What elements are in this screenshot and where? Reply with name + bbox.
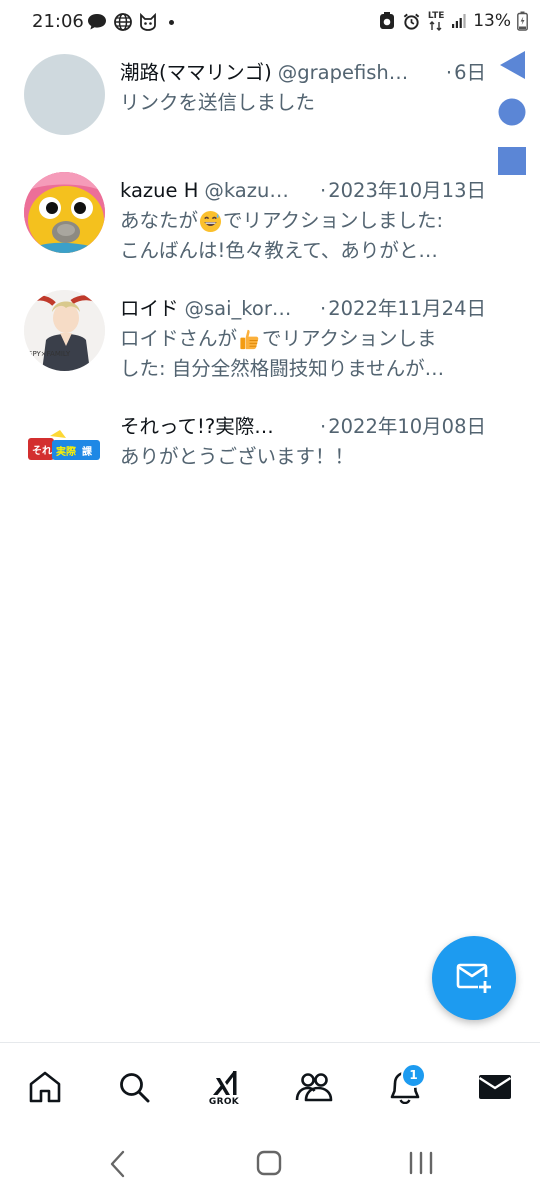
conversation-item[interactable]: SPY×FAMILY ロイド @sai_kor… · 2022年11月24日 ロ… — [0, 278, 540, 396]
svg-text:それ: それ — [32, 445, 52, 457]
cat-app-icon — [140, 12, 156, 31]
signal-icon — [452, 14, 466, 28]
preview-text: でリアクションしま — [262, 327, 437, 350]
preview-text: でリアクションしました: — [223, 209, 444, 232]
message-preview: ありがとうございます！！ — [120, 442, 486, 472]
svg-text:実際: 実際 — [56, 445, 76, 458]
preview-line: ロイドさんが でリアクションしま — [120, 324, 486, 354]
conversation-date: 2023年10月13日 — [328, 179, 486, 202]
sender-name: kazue H — [120, 179, 199, 202]
grok-icon — [213, 1071, 237, 1095]
notification-badge: 1 — [401, 1063, 426, 1088]
grok-label: GROK — [208, 1097, 240, 1107]
sender-name: ロイド — [120, 297, 179, 320]
recents-icon[interactable] — [408, 1150, 434, 1176]
conversation-list: 潮路(ママリンゴ) @grapefish… · 6日 リンクを送信しました ka… — [0, 42, 540, 514]
conversation-item[interactable]: kazue H @kazu… · 2023年10月13日 あなたが でリアクショ… — [0, 160, 540, 278]
preview-text: ロイドさんが — [120, 327, 238, 350]
tv-show-logo-avatar-image: それ 実際 課 — [24, 408, 105, 489]
sender-name: 潮路(ママリンゴ) — [120, 61, 272, 84]
battery-percent: 13% — [473, 11, 511, 31]
message-preview: リンクを送信しました — [120, 88, 486, 118]
conversation-header: kazue H @kazu… · 2023年10月13日 — [120, 174, 486, 204]
avatar[interactable] — [24, 172, 105, 253]
conversation-item[interactable]: それ 実際 課 それって!?実際… · 2022年10月08日 ありがとうござい… — [0, 396, 540, 514]
alarm-icon — [403, 13, 420, 30]
nav-communities[interactable] — [292, 1065, 336, 1109]
new-message-icon — [456, 963, 491, 993]
nav-home[interactable] — [23, 1065, 67, 1109]
notification-icons — [86, 12, 174, 32]
bottom-navigation: GROK 1 — [0, 1042, 540, 1129]
chat-bubble-icon — [88, 14, 106, 30]
conversation-item[interactable]: 潮路(ママリンゴ) @grapefish… · 6日 リンクを送信しました — [0, 42, 540, 160]
separator: · — [320, 297, 327, 320]
separator: · — [320, 415, 327, 438]
svg-text:課: 課 — [82, 445, 92, 458]
conversation-date: 6日 — [454, 61, 486, 84]
messages-icon — [478, 1075, 512, 1099]
status-bar: 21:06 LTE 13% — [0, 0, 540, 46]
system-status-icons: LTE 13% — [378, 11, 528, 31]
battery-icon — [517, 11, 528, 31]
back-icon[interactable] — [108, 1150, 128, 1178]
data-saver-icon — [380, 12, 395, 29]
lte-icon: LTE — [427, 11, 445, 31]
home-icon — [29, 1071, 61, 1103]
preview-line: リンクを送信しました — [120, 91, 316, 114]
preview-line: あなたが でリアクションしました: — [120, 206, 486, 236]
conversation-content: ロイド @sai_kor… · 2022年11月24日 ロイドさんが でリアクシ… — [120, 292, 486, 384]
nav-messages[interactable] — [473, 1065, 517, 1109]
conversation-date: 2022年10月08日 — [328, 415, 486, 438]
conversation-content: 潮路(ママリンゴ) @grapefish… · 6日 リンクを送信しました — [120, 56, 486, 118]
communities-icon — [295, 1073, 333, 1102]
grinning-sweat-face-emoji — [199, 210, 222, 232]
preview-text: あなたが — [120, 209, 199, 232]
sender-name: それって!?実際… — [120, 415, 274, 438]
conversation-header: それって!?実際… · 2022年10月08日 — [120, 410, 486, 440]
search-icon — [120, 1073, 150, 1103]
avatar[interactable] — [24, 54, 105, 135]
home-button-icon[interactable] — [256, 1150, 282, 1176]
conversation-date: 2022年11月24日 — [328, 297, 486, 320]
globe-icon — [114, 13, 132, 31]
nav-grok[interactable]: GROK — [202, 1065, 246, 1109]
conversation-header: 潮路(ママリンゴ) @grapefish… · 6日 — [120, 56, 486, 86]
separator: · — [320, 179, 327, 202]
knit-bird-avatar-image — [24, 172, 105, 253]
more-dot-icon — [169, 19, 174, 25]
message-preview: あなたが でリアクションしました: こんばんは!色々教えて、ありがと… — [120, 206, 486, 266]
message-preview: ロイドさんが でリアクションしま した: 自分全然格闘技知りませんが… — [120, 324, 486, 384]
preview-line: こんばんは!色々教えて、ありがと… — [120, 239, 438, 262]
avatar-caption: SPY×FAMILY — [28, 350, 71, 358]
conversation-content: kazue H @kazu… · 2023年10月13日 あなたが でリアクショ… — [120, 174, 486, 266]
new-message-button[interactable] — [432, 936, 516, 1020]
preview-line: ありがとうございます！！ — [120, 445, 355, 468]
nav-search[interactable] — [112, 1065, 156, 1109]
anime-character-avatar-image: SPY×FAMILY — [24, 290, 105, 371]
system-navigation-bar — [0, 1128, 540, 1200]
sender-handle: @sai_kor… — [184, 297, 292, 320]
separator: · — [445, 61, 453, 84]
status-time: 21:06 — [32, 11, 84, 32]
avatar[interactable]: SPY×FAMILY — [24, 290, 105, 371]
sender-handle: @grapefish… — [277, 61, 409, 84]
thumbs-up-emoji — [240, 329, 259, 349]
preview-line: した: 自分全然格闘技知りませんが… — [120, 357, 445, 380]
conversation-header: ロイド @sai_kor… · 2022年11月24日 — [120, 292, 486, 322]
avatar[interactable]: それ 実際 課 — [24, 408, 105, 489]
conversation-content: それって!?実際… · 2022年10月08日 ありがとうございます！！ — [120, 410, 486, 472]
sender-handle: @kazu… — [204, 179, 289, 202]
